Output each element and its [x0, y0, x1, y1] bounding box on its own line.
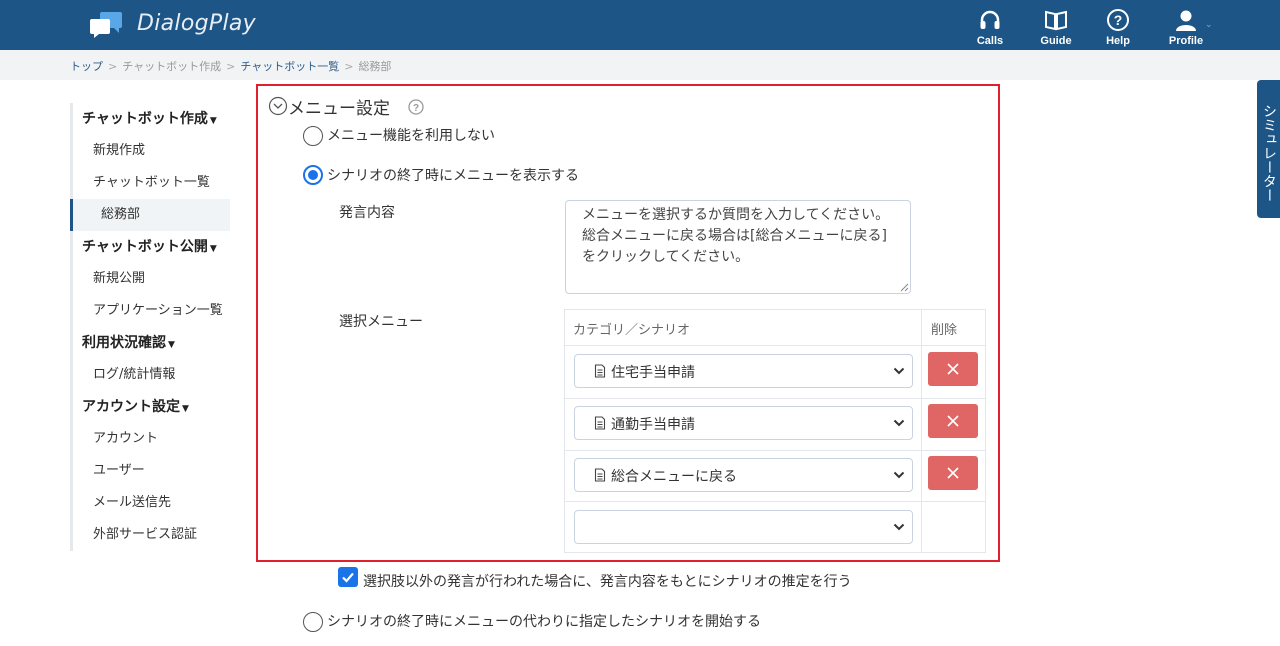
- simulator-tab-label: シミュレーター: [1261, 104, 1277, 202]
- menu-settings-title: メニュー設定: [288, 99, 390, 119]
- simulator-tab[interactable]: シミュレーター: [1257, 80, 1280, 218]
- column-divider: [921, 310, 922, 552]
- breadcrumb-separator: >: [344, 60, 354, 73]
- column-header-delete: 削除: [931, 323, 958, 338]
- sidebar-group-title[interactable]: チャットボット作成 ▼: [73, 103, 230, 135]
- estimate-scenario-checkbox[interactable]: [338, 567, 358, 587]
- breadcrumb-top[interactable]: トップ: [70, 60, 103, 73]
- sidebar-item-account[interactable]: アカウント: [73, 423, 230, 455]
- sidebar-group-label: 利用状況確認: [82, 335, 166, 351]
- help-circle-icon: ?: [1107, 9, 1129, 31]
- svg-text:?: ?: [1114, 12, 1123, 28]
- breadcrumb-separator: >: [108, 60, 118, 73]
- sidebar-group-title[interactable]: チャットボット公開 ▼: [73, 231, 230, 263]
- sidebar-item-general-affairs[interactable]: 総務部: [70, 199, 230, 231]
- breadcrumb-current: 総務部: [358, 60, 392, 73]
- table-header: カテゴリ／シナリオ 削除: [565, 310, 985, 346]
- estimate-scenario-label[interactable]: 選択肢以外の発言が行われた場合に、発言内容をもとにシナリオの推定を行う: [363, 571, 852, 591]
- row-divider: [565, 398, 985, 399]
- sidebar-item-users[interactable]: ユーザー: [73, 455, 230, 487]
- column-header-category: カテゴリ／シナリオ: [573, 323, 691, 338]
- user-icon: [1176, 10, 1196, 31]
- menu-select-value: 通勤手当申請: [611, 417, 695, 433]
- sidebar-group-create: チャットボット作成 ▼ 新規作成 チャットボット一覧 総務部: [70, 103, 230, 231]
- breadcrumb-bar: トップ > チャットボット作成 > チャットボット一覧 > 総務部: [0, 50, 1280, 80]
- caret-down-icon: ▼: [182, 404, 189, 414]
- book-icon: [1045, 10, 1067, 31]
- headset-icon: [980, 10, 1000, 29]
- close-icon: [947, 467, 959, 479]
- nav-calls[interactable]: Calls: [960, 8, 1020, 47]
- document-icon: [594, 364, 606, 378]
- checkmark-icon: [342, 572, 354, 583]
- svg-text:?: ?: [413, 103, 419, 114]
- delete-row-button[interactable]: [928, 352, 978, 386]
- nav-profile-label: Profile: [1168, 35, 1204, 47]
- sidebar-group-account: アカウント設定 ▼ アカウント ユーザー メール送信先 外部サービス認証: [70, 391, 230, 551]
- caret-down-icon: ▼: [209, 116, 217, 126]
- radio-start-scenario-label[interactable]: シナリオの終了時にメニューの代わりに指定したシナリオを開始する: [327, 611, 761, 631]
- menu-table: カテゴリ／シナリオ 削除 住宅手当申請 通勤手当申請 総合メニューに戻る: [564, 309, 986, 553]
- sidebar-item-chatbot-list[interactable]: チャットボット一覧: [73, 167, 230, 199]
- radio-no-menu-label[interactable]: メニュー機能を利用しない: [327, 125, 495, 145]
- close-icon: [947, 415, 959, 427]
- resize-grip-icon[interactable]: [899, 282, 909, 292]
- delete-row-button[interactable]: [928, 404, 978, 438]
- app-name[interactable]: DialogPlay: [137, 11, 256, 36]
- breadcrumb-chatbot-create: チャットボット作成: [122, 60, 222, 73]
- sidebar-group-title[interactable]: 利用状況確認 ▼: [73, 327, 230, 359]
- caret-down-icon: ▼: [209, 244, 217, 254]
- menu-select-value: 総合メニューに戻る: [611, 469, 737, 485]
- nav-help-label: Help: [1106, 35, 1130, 47]
- sidebar-item-mail-recipients[interactable]: メール送信先: [73, 487, 230, 519]
- document-icon: [594, 416, 606, 430]
- radio-show-menu-label[interactable]: シナリオの終了時にメニューを表示する: [327, 165, 579, 185]
- close-icon: [947, 363, 959, 375]
- breadcrumb: トップ > チャットボット作成 > チャットボット一覧 > 総務部: [70, 58, 391, 74]
- chevron-down-icon: [893, 419, 905, 427]
- breadcrumb-separator: >: [226, 60, 236, 73]
- breadcrumb-chatbot-list[interactable]: チャットボット一覧: [240, 60, 339, 73]
- menu-select-value: 住宅手当申請: [611, 365, 695, 381]
- top-header: DialogPlay Calls Guide ? Help Profile ⌄: [0, 0, 1280, 50]
- radio-no-menu[interactable]: [303, 126, 323, 146]
- menu-select-3[interactable]: 総合メニューに戻る: [574, 458, 913, 492]
- sidebar-item-logs-stats[interactable]: ログ/統計情報: [73, 359, 230, 391]
- sidebar-item-new[interactable]: 新規作成: [73, 135, 230, 167]
- row-divider: [565, 501, 985, 502]
- sidebar: チャットボット作成 ▼ 新規作成 チャットボット一覧 総務部 チャットボット公開 ▼…: [70, 103, 230, 551]
- utterance-label: 発言内容: [339, 205, 395, 221]
- sidebar-group-usage: 利用状況確認 ▼ ログ/統計情報: [70, 327, 230, 391]
- nav-calls-label: Calls: [976, 35, 1004, 47]
- caret-down-icon: ▼: [168, 340, 175, 350]
- sidebar-group-label: チャットボット作成: [82, 111, 208, 127]
- sidebar-item-new-publish[interactable]: 新規公開: [73, 263, 230, 295]
- chevron-down-icon: [893, 471, 905, 479]
- delete-row-button[interactable]: [928, 456, 978, 490]
- sidebar-group-label: アカウント設定: [82, 399, 180, 415]
- profile-caret-icon[interactable]: ⌄: [1205, 20, 1213, 30]
- sidebar-group-publish: チャットボット公開 ▼ 新規公開 アプリケーション一覧: [70, 231, 230, 327]
- utterance-textarea[interactable]: メニューを選択するか質問を入力してください。 総合メニューに戻る場合は[総合メニ…: [565, 200, 911, 294]
- nav-guide-label: Guide: [1040, 35, 1072, 47]
- sidebar-group-title[interactable]: アカウント設定 ▼: [73, 391, 230, 423]
- select-menu-label: 選択メニュー: [339, 314, 423, 330]
- chevron-down-icon: [893, 367, 905, 375]
- radio-start-scenario[interactable]: [303, 612, 323, 632]
- sidebar-item-app-list[interactable]: アプリケーション一覧: [73, 295, 230, 327]
- sidebar-item-external-auth[interactable]: 外部サービス認証: [73, 519, 230, 551]
- help-icon[interactable]: ?: [408, 99, 424, 115]
- collapse-toggle-icon[interactable]: [268, 96, 288, 116]
- sidebar-group-label: チャットボット公開: [82, 239, 208, 255]
- document-icon: [594, 468, 606, 482]
- row-divider: [565, 450, 985, 451]
- menu-select-2[interactable]: 通勤手当申請: [574, 406, 913, 440]
- radio-show-menu[interactable]: [303, 165, 323, 185]
- chevron-down-icon: [893, 523, 905, 531]
- nav-help[interactable]: ? Help: [1088, 8, 1148, 47]
- logo-icon[interactable]: [88, 11, 124, 39]
- menu-select-new[interactable]: [574, 510, 913, 544]
- nav-guide[interactable]: Guide: [1026, 8, 1086, 47]
- menu-select-1[interactable]: 住宅手当申請: [574, 354, 913, 388]
